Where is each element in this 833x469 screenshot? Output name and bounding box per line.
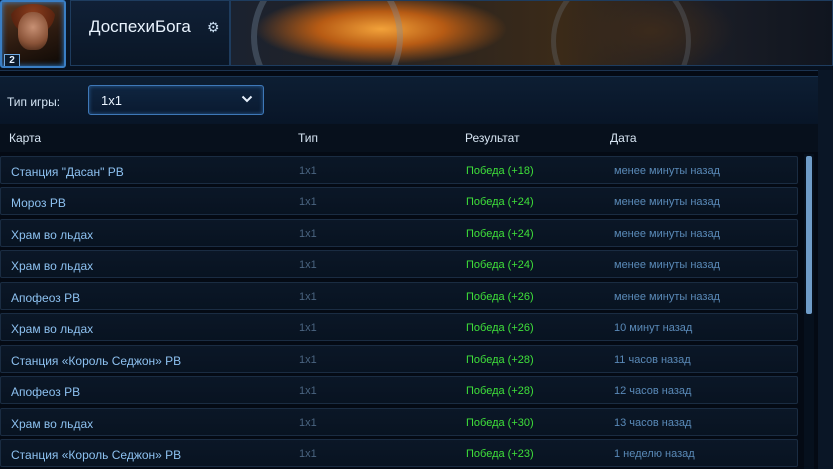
chevron-down-icon	[241, 95, 253, 103]
table-row[interactable]: Станция "Дасан" РВ 1x1 Победа (+18) мене…	[0, 156, 798, 184]
match-date: менее минуты назад	[614, 291, 720, 303]
map-name: Станция «Король Седжон» РВ	[11, 448, 182, 462]
match-date: менее минуты назад	[614, 228, 720, 240]
name-panel: ДоспехиБога ⚙	[70, 0, 230, 66]
match-date: менее минуты назад	[614, 259, 720, 271]
scrollbar-thumb[interactable]	[806, 156, 812, 314]
game-type: 1x1	[299, 354, 317, 366]
map-name: Станция «Король Седжон» РВ	[11, 354, 182, 368]
map-name: Храм во льдах	[11, 228, 94, 242]
gear-icon[interactable]: ⚙	[207, 19, 220, 36]
table-row[interactable]: Мороз РВ 1x1 Победа (+24) менее минуты н…	[0, 187, 798, 215]
game-type-selected: 1x1	[101, 93, 122, 108]
level-badge: 2	[4, 54, 20, 66]
game-type: 1x1	[299, 165, 317, 177]
map-name: Мороз РВ	[11, 196, 66, 210]
match-result: Победа (+24)	[466, 259, 534, 271]
game-type: 1x1	[299, 228, 317, 240]
profile-header: 2 ДоспехиБога ⚙ 340	[0, 0, 833, 71]
map-name: Апофеоз РВ	[11, 385, 81, 399]
table-row[interactable]: Апофеоз РВ 1x1 Победа (+26) менее минуты…	[0, 282, 798, 310]
player-name: ДоспехиБога	[89, 17, 191, 36]
player-avatar[interactable]: 2	[0, 0, 66, 68]
table-row[interactable]: Храм во льдах 1x1 Победа (+24) менее мин…	[0, 219, 798, 247]
panel-edge	[818, 70, 833, 469]
banner-decoration	[551, 1, 691, 65]
game-type: 1x1	[299, 291, 317, 303]
match-date: 11 часов назад	[614, 354, 691, 366]
map-name: Апофеоз РВ	[11, 291, 81, 305]
filter-bar: Тип игры: 1x1	[0, 76, 818, 125]
match-result: Победа (+18)	[466, 165, 534, 177]
game-type: 1x1	[299, 385, 317, 397]
match-result: Победа (+30)	[466, 417, 534, 429]
table-row[interactable]: Храм во льдах 1x1 Победа (+26) 10 минут …	[0, 313, 798, 341]
map-name: Храм во льдах	[11, 259, 94, 273]
match-date: 1 неделю назад	[614, 448, 695, 460]
game-type-label: Тип игры:	[7, 95, 61, 109]
game-type: 1x1	[299, 196, 317, 208]
match-date: менее минуты назад	[614, 196, 720, 208]
table-header: Карта Тип Результат Дата	[0, 124, 818, 152]
match-date: 13 часов назад	[614, 417, 692, 429]
game-type: 1x1	[299, 322, 317, 334]
match-result: Победа (+26)	[466, 291, 534, 303]
game-type: 1x1	[299, 448, 317, 460]
avatar-portrait-face	[18, 12, 48, 50]
map-name: Храм во льдах	[11, 417, 94, 431]
match-date: менее минуты назад	[614, 165, 720, 177]
banner-decoration	[251, 1, 403, 65]
table-row[interactable]: Апофеоз РВ 1x1 Победа (+28) 12 часов наз…	[0, 376, 798, 404]
column-header-date[interactable]: Дата	[610, 131, 637, 145]
map-name: Храм во льдах	[11, 322, 94, 336]
column-header-type[interactable]: Тип	[298, 131, 318, 145]
match-history-list: Станция "Дасан" РВ 1x1 Победа (+18) мене…	[0, 154, 800, 469]
match-result: Победа (+24)	[466, 228, 534, 240]
game-type-dropdown[interactable]: 1x1	[88, 85, 264, 115]
column-header-map[interactable]: Карта	[9, 131, 41, 145]
profile-banner: 340	[230, 0, 833, 66]
table-row[interactable]: Храм во льдах 1x1 Победа (+30) 13 часов …	[0, 408, 798, 436]
table-row[interactable]: Станция «Король Седжон» РВ 1x1 Победа (+…	[0, 439, 798, 467]
vertical-scrollbar[interactable]	[804, 154, 814, 469]
match-result: Победа (+26)	[466, 322, 534, 334]
match-date: 10 минут назад	[614, 322, 693, 334]
match-result: Победа (+28)	[466, 385, 534, 397]
game-type: 1x1	[299, 417, 317, 429]
column-header-result[interactable]: Результат	[465, 131, 520, 145]
match-result: Победа (+23)	[466, 448, 534, 460]
game-type: 1x1	[299, 259, 317, 271]
map-name: Станция "Дасан" РВ	[11, 165, 124, 179]
match-result: Победа (+28)	[466, 354, 534, 366]
match-result: Победа (+24)	[466, 196, 534, 208]
table-row[interactable]: Станция «Король Седжон» РВ 1x1 Победа (+…	[0, 345, 798, 373]
table-row[interactable]: Храм во льдах 1x1 Победа (+24) менее мин…	[0, 250, 798, 278]
match-date: 12 часов назад	[614, 385, 692, 397]
